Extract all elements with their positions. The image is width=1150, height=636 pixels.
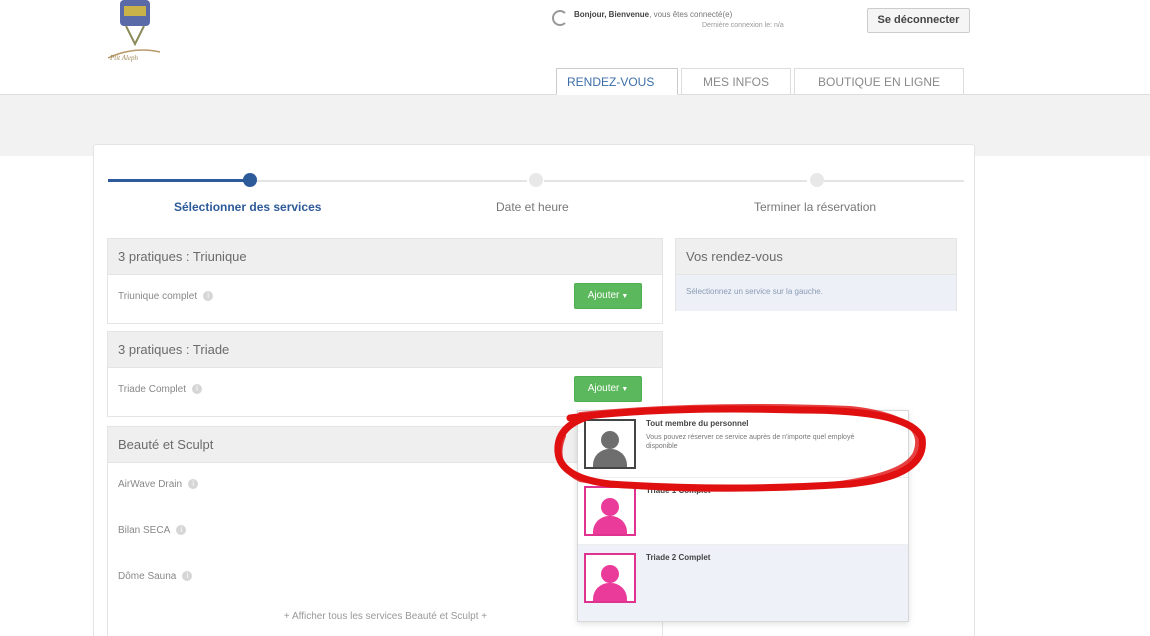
service-row: Triade Complet i Ajouter ▼: [108, 368, 662, 414]
avatar-icon: [584, 553, 636, 603]
service-name: AirWave Drain i: [118, 479, 199, 490]
progress-track: [544, 180, 807, 182]
add-service-button[interactable]: Ajouter ▼: [574, 283, 642, 309]
progress-track-done: [108, 179, 250, 182]
logout-button[interactable]: Se déconnecter: [867, 8, 970, 33]
staff-option-triade-2[interactable]: Triade 2 Complet: [578, 545, 908, 621]
category-panel-triunique: 3 pratiques : Triunique Triunique comple…: [107, 238, 663, 324]
category-title: 3 pratiques : Triunique: [108, 239, 662, 275]
plus-icon: +: [481, 611, 488, 622]
staff-option-triade-1[interactable]: Triade 1 Complet: [578, 478, 908, 545]
appointments-empty: Sélectionnez un service sur la gauche.: [676, 275, 956, 311]
staff-dropdown: Tout membre du personnel Vous pouvez rés…: [577, 410, 909, 622]
booking-page: Ptit Aleph Bonjour, Bienvenue, vous êtes…: [0, 0, 1150, 636]
caret-down-icon: ▼: [621, 293, 629, 300]
caret-down-icon: ▼: [621, 386, 629, 393]
step-dot-2: [529, 173, 543, 187]
appointments-title: Vos rendez-vous: [676, 239, 956, 275]
progress-track: [824, 180, 964, 182]
avatar-icon: [584, 419, 636, 469]
plus-icon: +: [283, 611, 290, 622]
service-name: Triade Complet i: [118, 384, 202, 395]
service-name: Bilan SECA i: [118, 525, 187, 536]
staff-option-any[interactable]: Tout membre du personnel Vous pouvez rés…: [578, 411, 908, 478]
logo-text: Ptit Aleph: [109, 54, 139, 62]
step-label-services[interactable]: Sélectionner des services: [174, 200, 321, 214]
service-name: Triunique complet i: [118, 291, 214, 302]
service-name: Dôme Sauna i: [118, 571, 193, 582]
tab-boutique[interactable]: BOUTIQUE EN LIGNE: [794, 68, 964, 95]
last-connection: Dernière connexion le: n/a: [702, 22, 784, 29]
staff-name: Triade 2 Complet: [646, 553, 711, 562]
avatar-icon: [584, 486, 636, 536]
refresh-icon: [552, 10, 568, 26]
step-label-date: Date et heure: [496, 200, 569, 214]
user-greeting: Bonjour, Bienvenue, vous êtes connecté(e…: [574, 10, 733, 19]
site-logo[interactable]: Ptit Aleph: [104, 0, 164, 66]
add-service-button[interactable]: Ajouter ▼: [574, 376, 642, 402]
step-label-finish: Terminer la réservation: [754, 200, 877, 214]
staff-name: Triade 1 Complet: [646, 486, 711, 495]
step-dot-3: [810, 173, 824, 187]
category-panel-triade: 3 pratiques : Triade Triade Complet i Ajo…: [107, 331, 663, 417]
progress-track: [257, 180, 527, 182]
service-row: Triunique complet i Ajouter ▼: [108, 275, 662, 321]
step-dot-1[interactable]: [243, 173, 257, 187]
info-icon[interactable]: i: [188, 479, 199, 490]
info-icon[interactable]: i: [192, 384, 202, 395]
main-tabs: RENDEZ-VOUS MES INFOS BOUTIQUE EN LIGNE: [556, 68, 967, 95]
tab-mes-infos[interactable]: MES INFOS: [681, 68, 791, 95]
user-status: Bonjour, Bienvenue, vous êtes connecté(e…: [552, 4, 862, 36]
category-title: 3 pratiques : Triade: [108, 332, 662, 368]
info-icon[interactable]: i: [176, 525, 187, 536]
staff-name: Tout membre du personnel: [646, 419, 749, 428]
appointments-panel: Vos rendez-vous Sélectionnez un service …: [675, 238, 957, 311]
info-icon[interactable]: i: [203, 291, 214, 302]
info-icon[interactable]: i: [182, 571, 193, 582]
staff-desc: Vous pouvez réserver ce service auprès d…: [646, 434, 855, 450]
tab-rendez-vous[interactable]: RENDEZ-VOUS: [556, 68, 678, 95]
